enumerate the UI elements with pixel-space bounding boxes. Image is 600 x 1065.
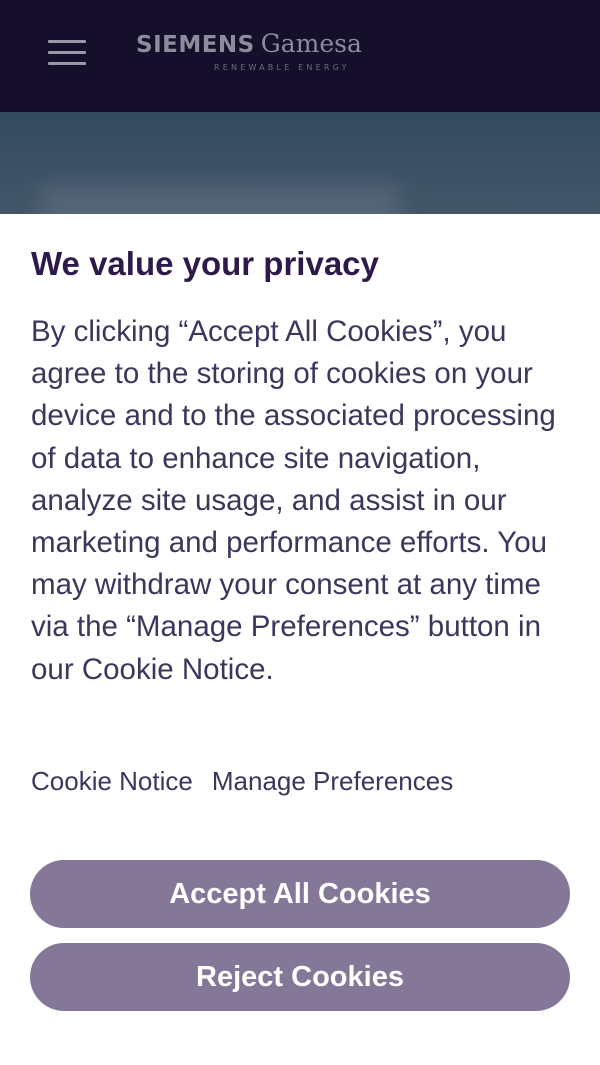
logo-sub: Gamesa — [260, 29, 362, 58]
menu-icon-line — [48, 40, 86, 43]
hero-obscured-heading — [40, 184, 400, 214]
cookie-notice-link[interactable]: Cookie Notice — [31, 766, 193, 796]
siemens-gamesa-logo[interactable]: SIEMENS Gamesa RENEWABLE ENERGY — [136, 29, 396, 77]
consent-description: By clicking “Accept All Cookies”, you ag… — [31, 315, 556, 686]
logo-brand: SIEMENS — [136, 32, 255, 58]
consent-links: Cookie Notice Manage Preferences — [31, 764, 453, 798]
reject-cookies-button[interactable]: Reject Cookies — [30, 943, 570, 1011]
site-header: SIEMENS Gamesa RENEWABLE ENERGY — [0, 0, 600, 112]
accept-all-cookies-button[interactable]: Accept All Cookies — [30, 860, 570, 928]
hero-banner — [0, 112, 600, 214]
logo-tagline: RENEWABLE ENERGY — [214, 63, 350, 72]
menu-icon-line — [48, 62, 86, 65]
manage-preferences-link[interactable]: Manage Preferences — [212, 766, 453, 796]
logo-wordmark: SIEMENS Gamesa — [136, 29, 362, 62]
hamburger-menu-icon[interactable] — [46, 38, 88, 68]
menu-icon-line — [48, 51, 86, 54]
cookie-consent-banner: We value your privacy By clicking “Accep… — [0, 214, 600, 1065]
consent-title: We value your privacy — [31, 245, 379, 282]
